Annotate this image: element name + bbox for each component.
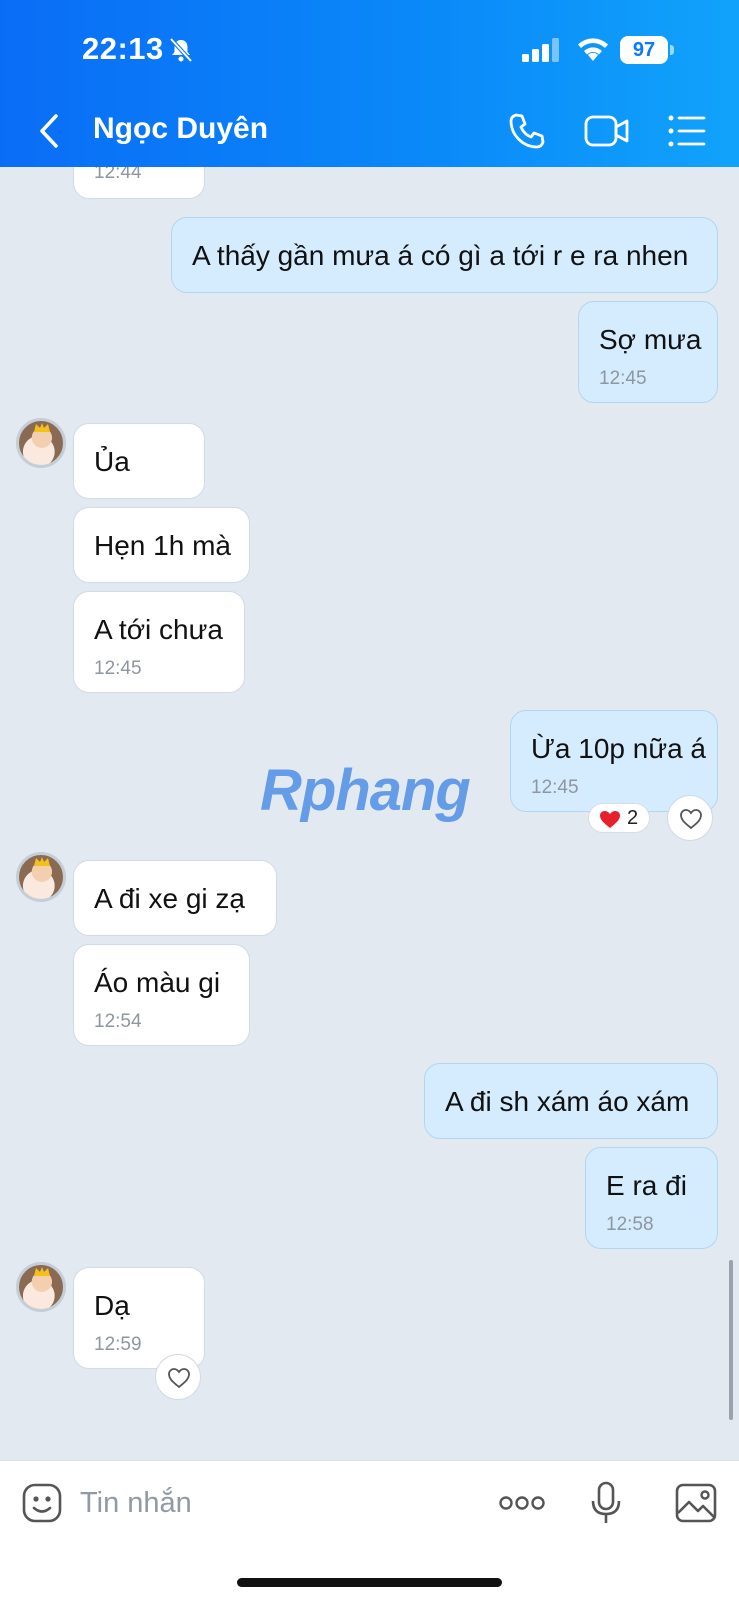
chat-header: 22:13 97 Ngọc Duyên — [0, 0, 739, 167]
like-button[interactable] — [667, 795, 713, 841]
crown-icon — [34, 423, 50, 432]
message-bubble[interactable]: A thấy gần mưa á có gì a tới r e ra nhen — [171, 217, 718, 293]
message-text: Ủa — [94, 446, 130, 477]
contact-avatar[interactable] — [16, 852, 66, 902]
heart-outline-icon — [680, 809, 702, 830]
message-text: A đi sh xám áo xám — [445, 1086, 690, 1117]
message-time: 12:59 — [94, 1334, 142, 1355]
reaction-count: 2 — [627, 807, 639, 829]
contact-name[interactable]: Ngọc Duyên — [93, 112, 268, 146]
message-bubble[interactable]: Áo màu gi 12:54 — [73, 944, 250, 1046]
microphone-icon[interactable] — [591, 1481, 621, 1525]
message-input[interactable] — [80, 1483, 460, 1523]
signal-icon — [522, 38, 559, 62]
message-bubble[interactable]: A tới chưa 12:45 — [73, 591, 245, 693]
message-bubble[interactable]: Ủa — [73, 423, 205, 499]
like-button[interactable] — [155, 1354, 201, 1400]
message-text: Dạ — [94, 1290, 130, 1321]
message-time: 12:45 — [531, 777, 579, 798]
message-bubble[interactable]: Hẹn 1h mà — [73, 507, 250, 583]
wifi-icon — [578, 38, 608, 61]
message-text: Áo màu gi — [94, 967, 221, 998]
message-bubble[interactable]: A đi sh xám áo xám — [424, 1063, 718, 1139]
reaction-badge[interactable]: 2 — [588, 803, 650, 833]
home-indicator[interactable] — [237, 1578, 502, 1587]
message-time: 12:45 — [599, 368, 647, 389]
message-bubble[interactable]: Dạ 12:59 — [73, 1267, 205, 1369]
message-text: Sợ mưa — [599, 324, 702, 355]
message-list[interactable]: 12:44 A thấy gần mưa á có gì a tới r e r… — [0, 167, 739, 1460]
menu-list-icon[interactable] — [668, 114, 706, 148]
crown-icon — [34, 1267, 50, 1276]
message-time: 12:54 — [94, 1011, 142, 1032]
message-text: E ra đi — [606, 1170, 687, 1201]
bell-muted-icon — [169, 37, 193, 63]
input-bar — [0, 1460, 739, 1600]
message-time: 12:45 — [94, 658, 142, 679]
battery-icon: 97 — [620, 36, 674, 64]
crown-icon — [34, 857, 50, 866]
scrollbar[interactable] — [729, 1260, 733, 1420]
sticker-icon[interactable] — [22, 1483, 62, 1523]
message-text: Ừa 10p nữa á — [531, 733, 706, 764]
message-bubble[interactable]: 12:44 — [73, 167, 205, 199]
message-text: Hẹn 1h mà — [94, 530, 231, 561]
back-icon[interactable] — [36, 112, 62, 150]
message-text: A tới chưa — [94, 614, 223, 645]
watermark: Rphang — [260, 758, 471, 823]
phone-call-icon[interactable] — [508, 112, 546, 150]
heart-outline-icon — [168, 1368, 190, 1389]
message-text: A thấy gần mưa á có gì a tới r e ra nhen — [192, 240, 689, 271]
status-time: 22:13 — [82, 31, 164, 66]
message-bubble[interactable]: A đi xe gi zạ — [73, 860, 277, 936]
battery-level: 97 — [620, 36, 668, 64]
contact-avatar[interactable] — [16, 1262, 66, 1312]
message-time: 12:44 — [94, 167, 142, 183]
image-gallery-icon[interactable] — [675, 1483, 717, 1523]
message-bubble[interactable]: E ra đi 12:58 — [585, 1147, 718, 1249]
message-text: A đi xe gi zạ — [94, 883, 245, 914]
video-call-icon[interactable] — [584, 114, 630, 148]
contact-avatar[interactable] — [16, 418, 66, 468]
message-bubble[interactable]: Sợ mưa 12:45 — [578, 301, 718, 403]
message-time: 12:58 — [606, 1214, 654, 1235]
more-options-icon[interactable] — [498, 1493, 546, 1513]
heart-icon — [600, 811, 620, 828]
